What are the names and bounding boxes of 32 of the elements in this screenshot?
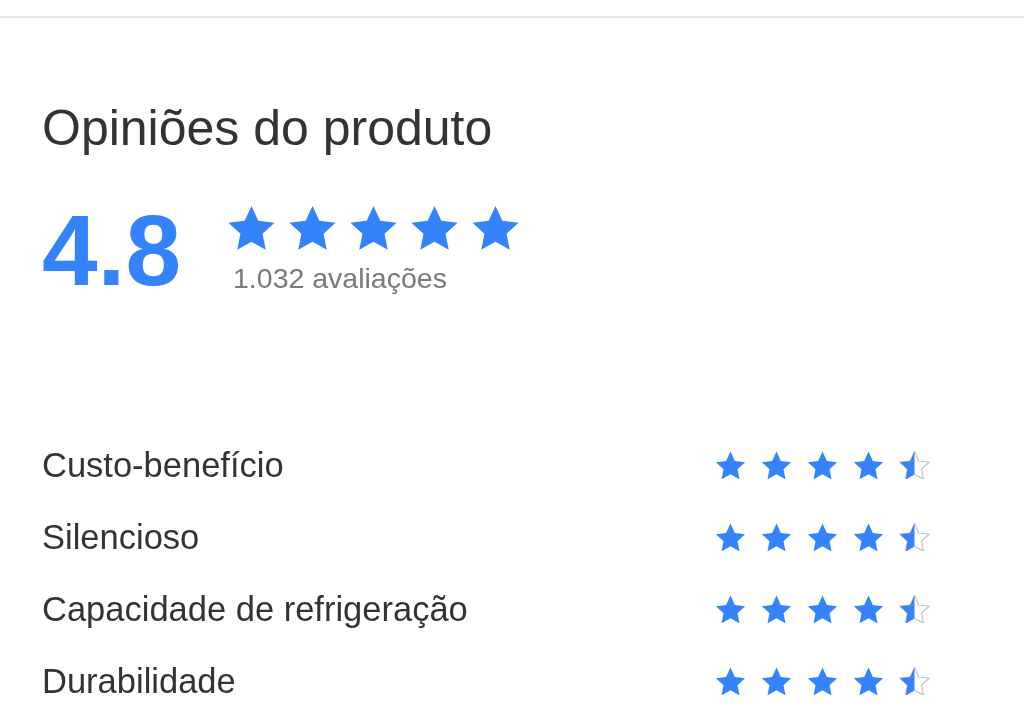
- star-icon: [227, 205, 276, 251]
- section-title: Opiniões do produto: [42, 99, 493, 158]
- star-icon: [715, 450, 746, 480]
- attribute-label: Custo-benefício: [42, 445, 284, 486]
- half-star-icon: [899, 450, 930, 480]
- star-icon: [471, 205, 520, 251]
- star-icon: [715, 522, 746, 552]
- review-count: 1.032 avaliações: [233, 260, 448, 295]
- star-icon: [349, 205, 398, 251]
- star-icon: [807, 594, 838, 624]
- star-icon: [761, 522, 792, 552]
- star-icon: [761, 594, 792, 624]
- attribute-label: Capacidade de refrigeração: [42, 589, 468, 630]
- star-icon: [853, 594, 884, 624]
- rating-average: 4.8: [42, 200, 181, 300]
- star-icon: [761, 450, 792, 480]
- attribute-label: Silencioso: [42, 517, 200, 558]
- half-star-icon: [899, 594, 930, 624]
- attribute-label: Durabilidade: [42, 661, 236, 702]
- star-icon: [715, 594, 746, 624]
- half-star-icon: [899, 666, 930, 696]
- half-star-icon: [899, 522, 930, 552]
- star-icon: [807, 522, 838, 552]
- star-icon: [853, 450, 884, 480]
- star-icon: [410, 205, 459, 251]
- star-icon: [761, 666, 792, 696]
- star-icon: [807, 666, 838, 696]
- star-icon: [853, 666, 884, 696]
- star-icon: [853, 522, 884, 552]
- star-icon: [288, 205, 337, 251]
- star-icon: [715, 666, 746, 696]
- star-icon: [807, 450, 838, 480]
